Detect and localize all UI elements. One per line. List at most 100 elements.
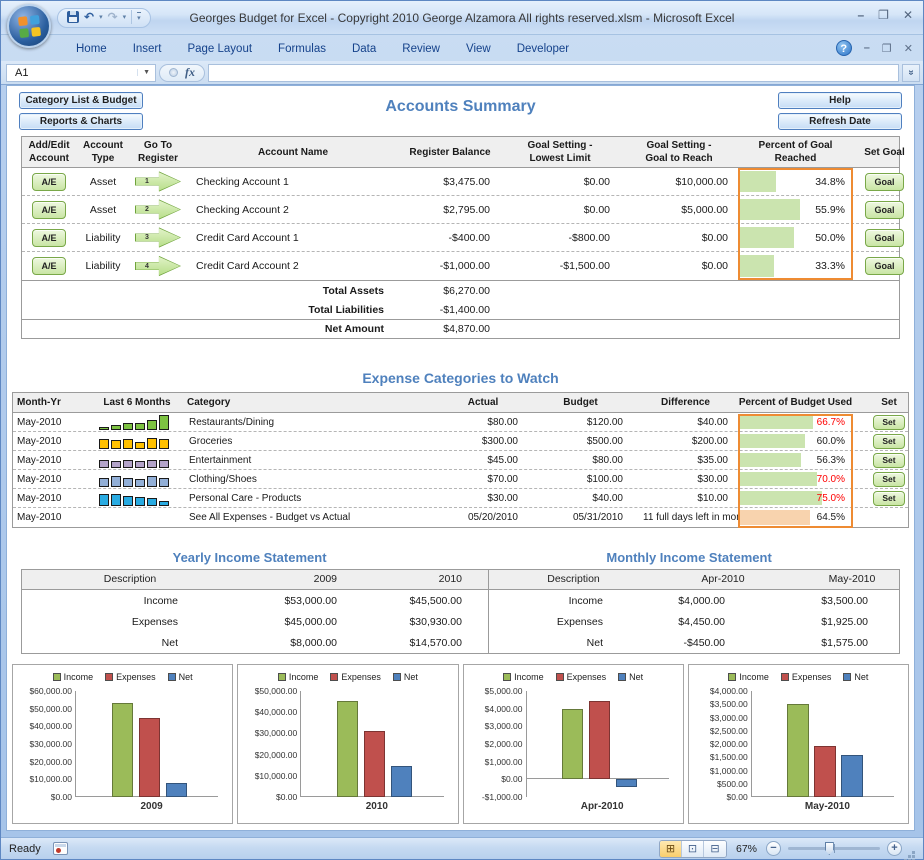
bar-net: [391, 766, 412, 797]
legend-label: Expenses: [792, 672, 832, 682]
ribbon-tabs: HomeInsertPage LayoutFormulasDataReviewV…: [63, 39, 582, 61]
bar-expenses: [139, 718, 160, 798]
lowest-limit: $0.00: [500, 196, 620, 223]
income-value: -$450.00: [658, 632, 788, 653]
go-to-register-arrow[interactable]: 3: [135, 227, 181, 249]
chart-may-2010[interactable]: IncomeExpensesNet$4,000.00$3,500.00$3,00…: [688, 664, 909, 824]
macro-record-icon[interactable]: [53, 842, 68, 855]
go-to-register-arrow[interactable]: 4: [135, 255, 181, 277]
axis-tick-label: $0.00: [726, 792, 747, 802]
save-icon[interactable]: [67, 11, 79, 23]
yearly-income-title: Yearly Income Statement: [21, 550, 478, 565]
minimize-button[interactable]: –: [857, 9, 864, 21]
worksheet[interactable]: Category List & Budget Reports & Charts …: [6, 85, 915, 831]
tab-data[interactable]: Data: [339, 39, 389, 61]
percent-progress-bar: [740, 199, 800, 220]
zoom-slider-thumb[interactable]: [825, 842, 834, 855]
tab-review[interactable]: Review: [389, 39, 453, 61]
zoom-level[interactable]: 67%: [736, 843, 757, 855]
help-button[interactable]: Help: [778, 92, 902, 109]
customize-toolbar-icon[interactable]: ▾: [137, 12, 141, 22]
set-goal-button[interactable]: Goal: [865, 173, 903, 191]
bar-net: [841, 755, 862, 797]
zoom-in-button[interactable]: +: [887, 841, 902, 856]
undo-icon[interactable]: ↶: [84, 11, 94, 23]
axis-tick-label: $2,500.00: [710, 726, 748, 736]
axis-tick-label: $4,000.00: [485, 704, 523, 714]
accounts-header-2: Go To Register: [130, 137, 186, 167]
tab-developer[interactable]: Developer: [504, 39, 582, 61]
tab-home[interactable]: Home: [63, 39, 120, 61]
go-to-register-arrow[interactable]: 1: [135, 171, 181, 193]
month-yr: May-2010: [13, 470, 91, 488]
tab-formulas[interactable]: Formulas: [265, 39, 339, 61]
add-edit-account-button[interactable]: A/E: [32, 201, 65, 219]
set-budget-button[interactable]: Set: [873, 472, 904, 487]
undo-dropdown-icon[interactable]: ▾: [99, 13, 103, 21]
bar-expenses: [814, 746, 835, 797]
axis-tick-label: $1,500.00: [710, 752, 748, 762]
income-value: $45,500.00: [363, 590, 488, 611]
income-header-3: Description: [488, 570, 658, 589]
set-goal-button[interactable]: Goal: [865, 257, 903, 275]
accounts-header-8: Set Goal: [853, 137, 915, 167]
insert-function-area[interactable]: fx: [159, 64, 205, 82]
set-goal-button[interactable]: Goal: [865, 201, 903, 219]
legend-swatch-net: [843, 673, 851, 681]
restore-button[interactable]: ❐: [878, 9, 889, 21]
set-budget-button[interactable]: Set: [873, 491, 904, 506]
percent-of-goal-cell: 50.0%: [738, 224, 853, 251]
page-break-view-button[interactable]: ⊟: [704, 841, 726, 857]
insert-function-icon[interactable]: fx: [185, 65, 195, 80]
income-header-0: Description: [22, 570, 238, 589]
add-edit-account-button[interactable]: A/E: [32, 173, 65, 191]
chart-2009[interactable]: IncomeExpensesNet$60,000.00$50,000.00$40…: [12, 664, 233, 824]
set-budget-button[interactable]: Set: [873, 453, 904, 468]
go-to-register-arrow[interactable]: 2: [135, 199, 181, 221]
chart-plot: $60,000.00$50,000.00$40,000.00$30,000.00…: [75, 691, 218, 797]
set-budget-button[interactable]: Set: [873, 434, 904, 449]
account-row: A/ELiability4Credit Card Account 2-$1,00…: [22, 252, 899, 280]
normal-view-button[interactable]: ⊞: [660, 841, 682, 857]
ribbon-right-controls: ? – ❐ ✕: [836, 40, 913, 56]
expenses-header-6: Percent of Budget Used: [738, 393, 853, 412]
sparkline-bar: [135, 442, 145, 449]
set-goal-button[interactable]: Goal: [865, 229, 903, 247]
workbook-restore-button[interactable]: ❐: [882, 42, 892, 55]
workbook-close-button[interactable]: ✕: [904, 42, 913, 55]
expense-difference: $200.00: [633, 432, 738, 450]
totals-row: Total Liabilities-$1,400.00: [22, 300, 899, 319]
add-edit-account-button[interactable]: A/E: [32, 229, 65, 247]
set-budget-button[interactable]: Set: [873, 415, 904, 430]
formula-input[interactable]: [208, 64, 899, 82]
redo-dropdown-icon[interactable]: ▾: [123, 13, 127, 21]
name-box[interactable]: A1 ▼: [6, 64, 156, 82]
tab-insert[interactable]: Insert: [120, 39, 175, 61]
register-balance: -$400.00: [400, 224, 500, 251]
redo-icon[interactable]: ↷: [108, 11, 118, 23]
name-box-dropdown-icon[interactable]: ▼: [137, 69, 155, 76]
axis-tick-label: $1,000.00: [485, 757, 523, 767]
tab-page-layout[interactable]: Page Layout: [174, 39, 265, 61]
zoom-slider[interactable]: [788, 847, 880, 850]
close-button[interactable]: ✕: [903, 9, 913, 21]
office-button[interactable]: [7, 4, 51, 48]
add-edit-account-button[interactable]: A/E: [32, 257, 65, 275]
chart-2010[interactable]: IncomeExpensesNet$50,000.00$40,000.00$30…: [237, 664, 458, 824]
refresh-date-button[interactable]: Refresh Date: [778, 113, 902, 130]
formula-bar-expand-button[interactable]: »: [902, 64, 920, 82]
chart-apr-2010[interactable]: IncomeExpensesNet$5,000.00$4,000.00$3,00…: [463, 664, 684, 824]
workbook-minimize-button[interactable]: –: [864, 42, 870, 54]
resize-grip[interactable]: [912, 851, 915, 854]
percent-progress-bar: [740, 434, 805, 448]
tab-view[interactable]: View: [453, 39, 504, 61]
help-icon[interactable]: ?: [836, 40, 852, 56]
axis-tick-label: $2,000.00: [710, 739, 748, 749]
expenses-header-4: Budget: [528, 393, 633, 412]
sparkline-bar: [159, 439, 169, 449]
zoom-out-button[interactable]: −: [766, 841, 781, 856]
income-value: $45,000.00: [238, 611, 363, 632]
register-number: 4: [135, 255, 159, 277]
percent-progress-bar: [740, 227, 794, 248]
page-layout-view-button[interactable]: ⊡: [682, 841, 704, 857]
